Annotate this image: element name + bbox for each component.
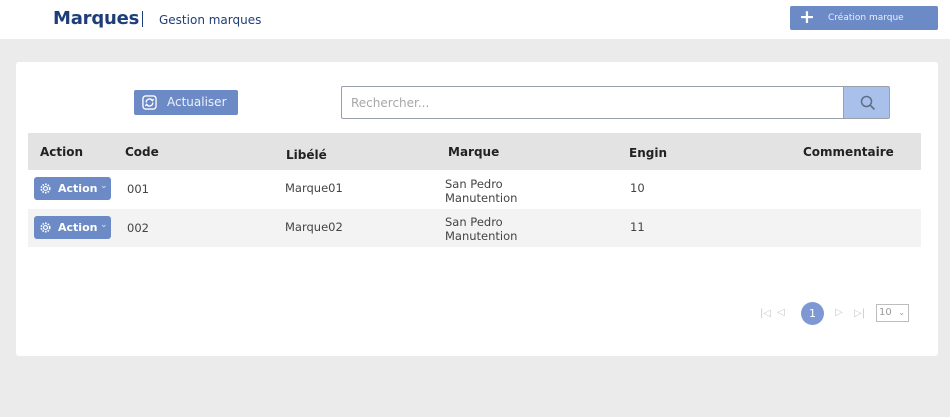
cell-code: 001 (127, 182, 149, 196)
page-size-select[interactable]: 10 ⌄ (876, 304, 909, 322)
prev-page-icon[interactable]: ◁ (777, 307, 785, 318)
column-header-engin[interactable]: Engin (629, 146, 667, 160)
create-brand-label: Création marque (828, 13, 904, 23)
plus-icon: + (799, 6, 815, 28)
row-action-label: Action (58, 182, 98, 195)
table-row: Action ⌄ 001 Marque01 San Pedro Manutent… (28, 170, 921, 208)
search-button[interactable] (843, 86, 890, 119)
title-separator (142, 11, 143, 27)
row-action-label: Action (58, 221, 98, 234)
next-page-icon[interactable]: ▷ (835, 307, 843, 318)
cell-marque-line1: San Pedro (445, 177, 503, 191)
row-action-button[interactable]: Action ⌄ (34, 177, 111, 200)
table-row: Action ⌄ 002 Marque02 San Pedro Manutent… (28, 209, 921, 247)
chevron-down-icon: ⌄ (100, 220, 108, 230)
page-title: Marques (53, 8, 140, 29)
cell-libelle: Marque02 (285, 220, 343, 234)
cell-engin: 10 (630, 181, 645, 195)
current-page-button[interactable]: 1 (801, 302, 824, 325)
column-header-libelle[interactable]: Libélé (286, 148, 327, 162)
row-action-button[interactable]: Action ⌄ (34, 216, 111, 239)
refresh-label: Actualiser (167, 95, 227, 109)
chevron-down-icon: ⌄ (898, 308, 905, 317)
column-header-code[interactable]: Code (125, 145, 159, 159)
cell-marque: San Pedro Manutention (445, 177, 517, 205)
cell-marque-line2: Manutention (445, 191, 518, 205)
cell-marque: San Pedro Manutention (445, 215, 517, 243)
page-subtitle: Gestion marques (159, 13, 262, 27)
top-bar: Marques Gestion marques + Création marqu… (0, 0, 950, 39)
create-brand-button[interactable]: + Création marque (790, 6, 938, 30)
cell-libelle: Marque01 (285, 181, 343, 195)
first-page-icon[interactable]: |◁ (760, 308, 771, 319)
gear-icon (40, 222, 51, 233)
cell-marque-line1: San Pedro (445, 215, 503, 229)
search-input[interactable] (341, 86, 844, 119)
search-icon (860, 95, 876, 111)
last-page-icon[interactable]: ▷| (854, 308, 865, 319)
cell-engin: 11 (630, 220, 645, 234)
refresh-button[interactable]: Actualiser (134, 90, 238, 115)
chevron-down-icon: ⌄ (100, 181, 108, 191)
cell-code: 002 (127, 221, 149, 235)
column-header-action: Action (40, 145, 84, 159)
page-size-value: 10 (879, 307, 892, 318)
column-header-marque[interactable]: Marque (448, 145, 499, 159)
column-header-commentaire[interactable]: Commentaire (803, 145, 894, 159)
refresh-icon (142, 95, 157, 110)
cell-marque-line2: Manutention (445, 229, 518, 243)
gear-icon (40, 183, 51, 194)
table-header: Action Code Libélé Marque Engin Commenta… (28, 133, 921, 170)
